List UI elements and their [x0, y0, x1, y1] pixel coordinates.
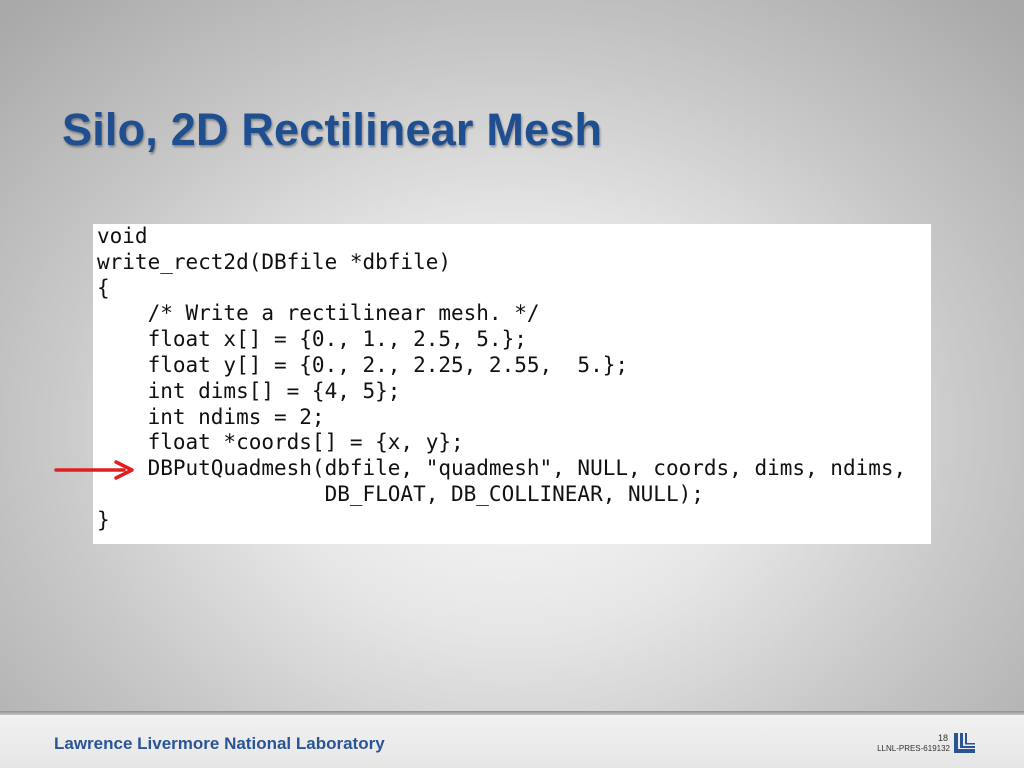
footer-divider [0, 711, 1024, 715]
page-number: 18 [937, 733, 948, 743]
code-line: float y[] = {0., 2., 2.25, 2.55, 5.}; [97, 352, 629, 377]
code-line: void [97, 224, 148, 248]
code-line: int dims[] = {4, 5}; [97, 378, 401, 403]
code-line: { [97, 275, 110, 300]
document-id: LLNL-PRES-619132 [877, 744, 950, 753]
code-line: DB_FLOAT, DB_COLLINEAR, NULL); [97, 481, 704, 506]
code-line: write_rect2d(DBfile *dbfile) [97, 249, 452, 274]
code-line: float *coords[] = {x, y}; [97, 430, 464, 455]
llnl-logo-icon [954, 733, 975, 753]
code-line-highlighted: DBPutQuadmesh(dbfile, "quadmesh", NULL, … [97, 456, 907, 481]
code-line: /* Write a rectilinear mesh. */ [97, 301, 540, 326]
footer-bar: Lawrence Livermore National Laboratory 1… [0, 711, 1024, 768]
red-arrow-icon [54, 460, 134, 480]
code-block: void write_rect2d(DBfile *dbfile) { /* W… [93, 224, 931, 544]
slide-title: Silo, 2D Rectilinear Mesh [62, 104, 603, 155]
footer-lab-name: Lawrence Livermore National Laboratory [54, 734, 385, 753]
code-line: float x[] = {0., 1., 2.5, 5.}; [97, 327, 527, 352]
code-line: } [97, 507, 110, 532]
code-line: int ndims = 2; [97, 404, 325, 429]
